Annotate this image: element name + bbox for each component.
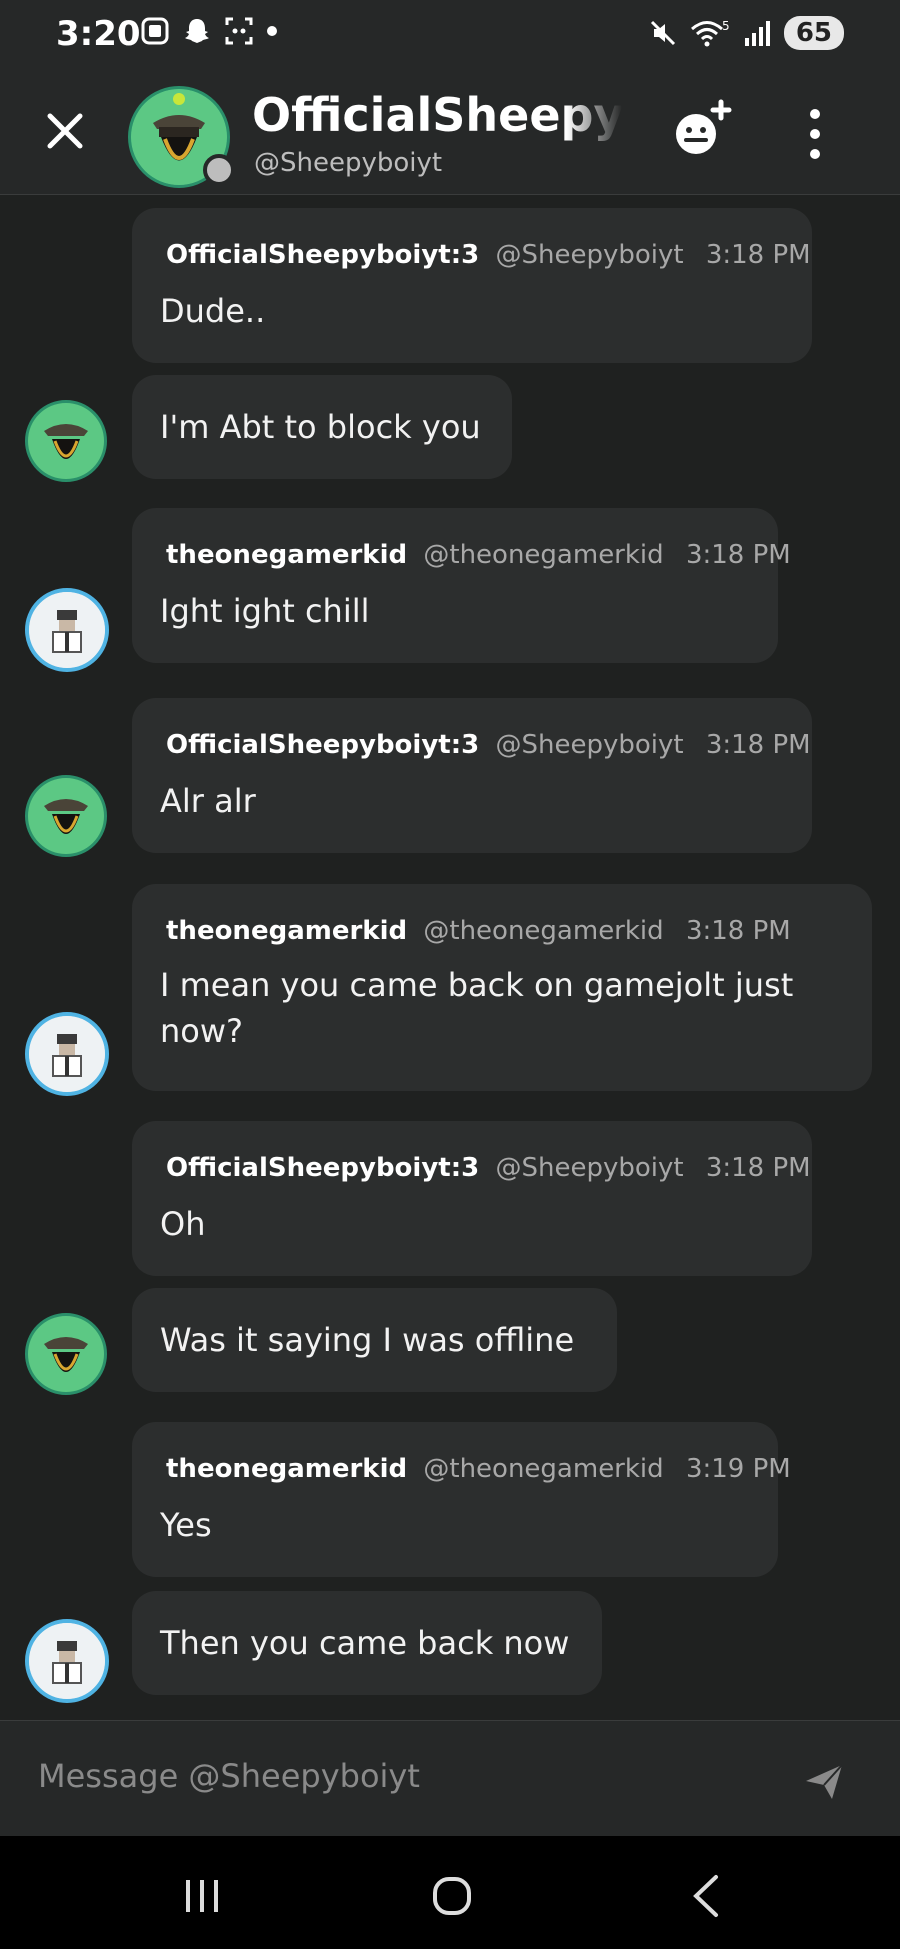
system-nav-bar — [0, 1836, 900, 1949]
message-handle: @Sheepyboiyt — [495, 1153, 684, 1183]
message-handle: @theonegamerkid — [423, 540, 664, 570]
message-text: Then you came back now — [160, 1624, 570, 1662]
message-text: I mean you came back on gamejolt just no… — [160, 966, 794, 1050]
message-text: Dude.. — [160, 292, 266, 330]
chat-title: OfficialSheepyboiyt:3 — [252, 88, 622, 142]
home-icon[interactable] — [432, 1876, 472, 1916]
presence-indicator — [203, 154, 235, 186]
message-text: Alr alr — [160, 782, 256, 820]
close-icon[interactable] — [42, 108, 88, 154]
avatar[interactable] — [25, 1012, 109, 1096]
screenshot-icon — [141, 17, 169, 45]
message-handle: @theonegamerkid — [423, 1454, 664, 1484]
screen-record-icon — [225, 17, 253, 45]
message-bubble[interactable]: OfficialSheepyboiyt:3 @Sheepyboiyt 3:18 … — [132, 698, 812, 853]
message-handle: @Sheepyboiyt — [495, 240, 684, 270]
message-text: Yes — [160, 1506, 212, 1544]
message-text: Oh — [160, 1205, 206, 1243]
message-bubble[interactable]: OfficialSheepyboiyt:3 @Sheepyboiyt 3:18 … — [132, 208, 812, 363]
message-text: Was it saying I was offline — [160, 1321, 575, 1359]
message-time: 3:18 PM — [705, 730, 811, 760]
message-bubble[interactable]: theonegamerkid @theonegamerkid 3:18 PM I… — [132, 884, 872, 1091]
avatar[interactable] — [25, 588, 109, 672]
avatar[interactable] — [25, 775, 107, 857]
message-author[interactable]: theonegamerkid — [166, 540, 407, 570]
avatar[interactable] — [25, 1313, 107, 1395]
message-bubble[interactable]: Then you came back now — [132, 1591, 602, 1695]
message-author[interactable]: theonegamerkid — [166, 1454, 407, 1484]
chat-header: OfficialSheepyboiyt:3 @Sheepyboiyt — [0, 72, 900, 195]
snapchat-icon — [185, 19, 209, 43]
message-handle: @Sheepyboiyt — [495, 730, 684, 760]
dot-icon — [267, 26, 277, 36]
message-time: 3:18 PM — [685, 540, 791, 570]
message-text: Ight ight chill — [160, 592, 370, 630]
status-bar: 3:20 5 65 — [0, 0, 900, 72]
mute-icon — [650, 20, 675, 46]
message-bubble[interactable]: I'm Abt to block you — [132, 375, 512, 479]
message-author[interactable]: OfficialSheepyboiyt:3 — [166, 1153, 479, 1183]
notification-icons — [140, 16, 278, 46]
system-icons: 5 65 — [648, 16, 844, 50]
chat-handle: @Sheepyboiyt — [254, 148, 443, 178]
message-handle: @theonegamerkid — [423, 916, 664, 946]
back-icon[interactable] — [690, 1874, 720, 1918]
message-time: 3:18 PM — [705, 240, 811, 270]
message-time: 3:19 PM — [685, 1454, 791, 1484]
message-author[interactable]: theonegamerkid — [166, 916, 407, 946]
add-friend-icon[interactable] — [672, 98, 734, 160]
message-time: 3:18 PM — [685, 916, 791, 946]
status-time: 3:20 — [56, 14, 141, 54]
recents-icon[interactable] — [182, 1878, 222, 1914]
message-composer: Message @Sheepyboiyt — [0, 1720, 900, 1837]
avatar[interactable] — [25, 1619, 109, 1703]
message-text: I'm Abt to block you — [160, 408, 481, 446]
message-bubble[interactable]: theonegamerkid @theonegamerkid 3:19 PM Y… — [132, 1422, 791, 1577]
message-input[interactable]: Message @Sheepyboiyt — [38, 1757, 420, 1795]
message-author[interactable]: OfficialSheepyboiyt:3 — [166, 240, 479, 270]
message-author[interactable]: OfficialSheepyboiyt:3 — [166, 730, 479, 760]
message-bubble[interactable]: OfficialSheepyboiyt:3 @Sheepyboiyt 3:18 … — [132, 1121, 812, 1276]
avatar[interactable] — [25, 400, 107, 482]
svg-text:5: 5 — [722, 19, 730, 33]
message-time: 3:18 PM — [705, 1153, 811, 1183]
message-bubble[interactable]: theonegamerkid @theonegamerkid 3:18 PM I… — [132, 508, 791, 663]
wifi-icon: 5 — [690, 19, 730, 47]
battery-indicator: 65 — [783, 16, 844, 50]
more-vertical-icon[interactable] — [800, 106, 830, 162]
send-icon[interactable] — [804, 1761, 844, 1801]
message-bubble[interactable]: Was it saying I was offline — [132, 1288, 617, 1392]
message-list[interactable]: OfficialSheepyboiyt:3 @Sheepyboiyt 3:18 … — [0, 195, 900, 1720]
cell-signal-icon — [744, 21, 770, 46]
